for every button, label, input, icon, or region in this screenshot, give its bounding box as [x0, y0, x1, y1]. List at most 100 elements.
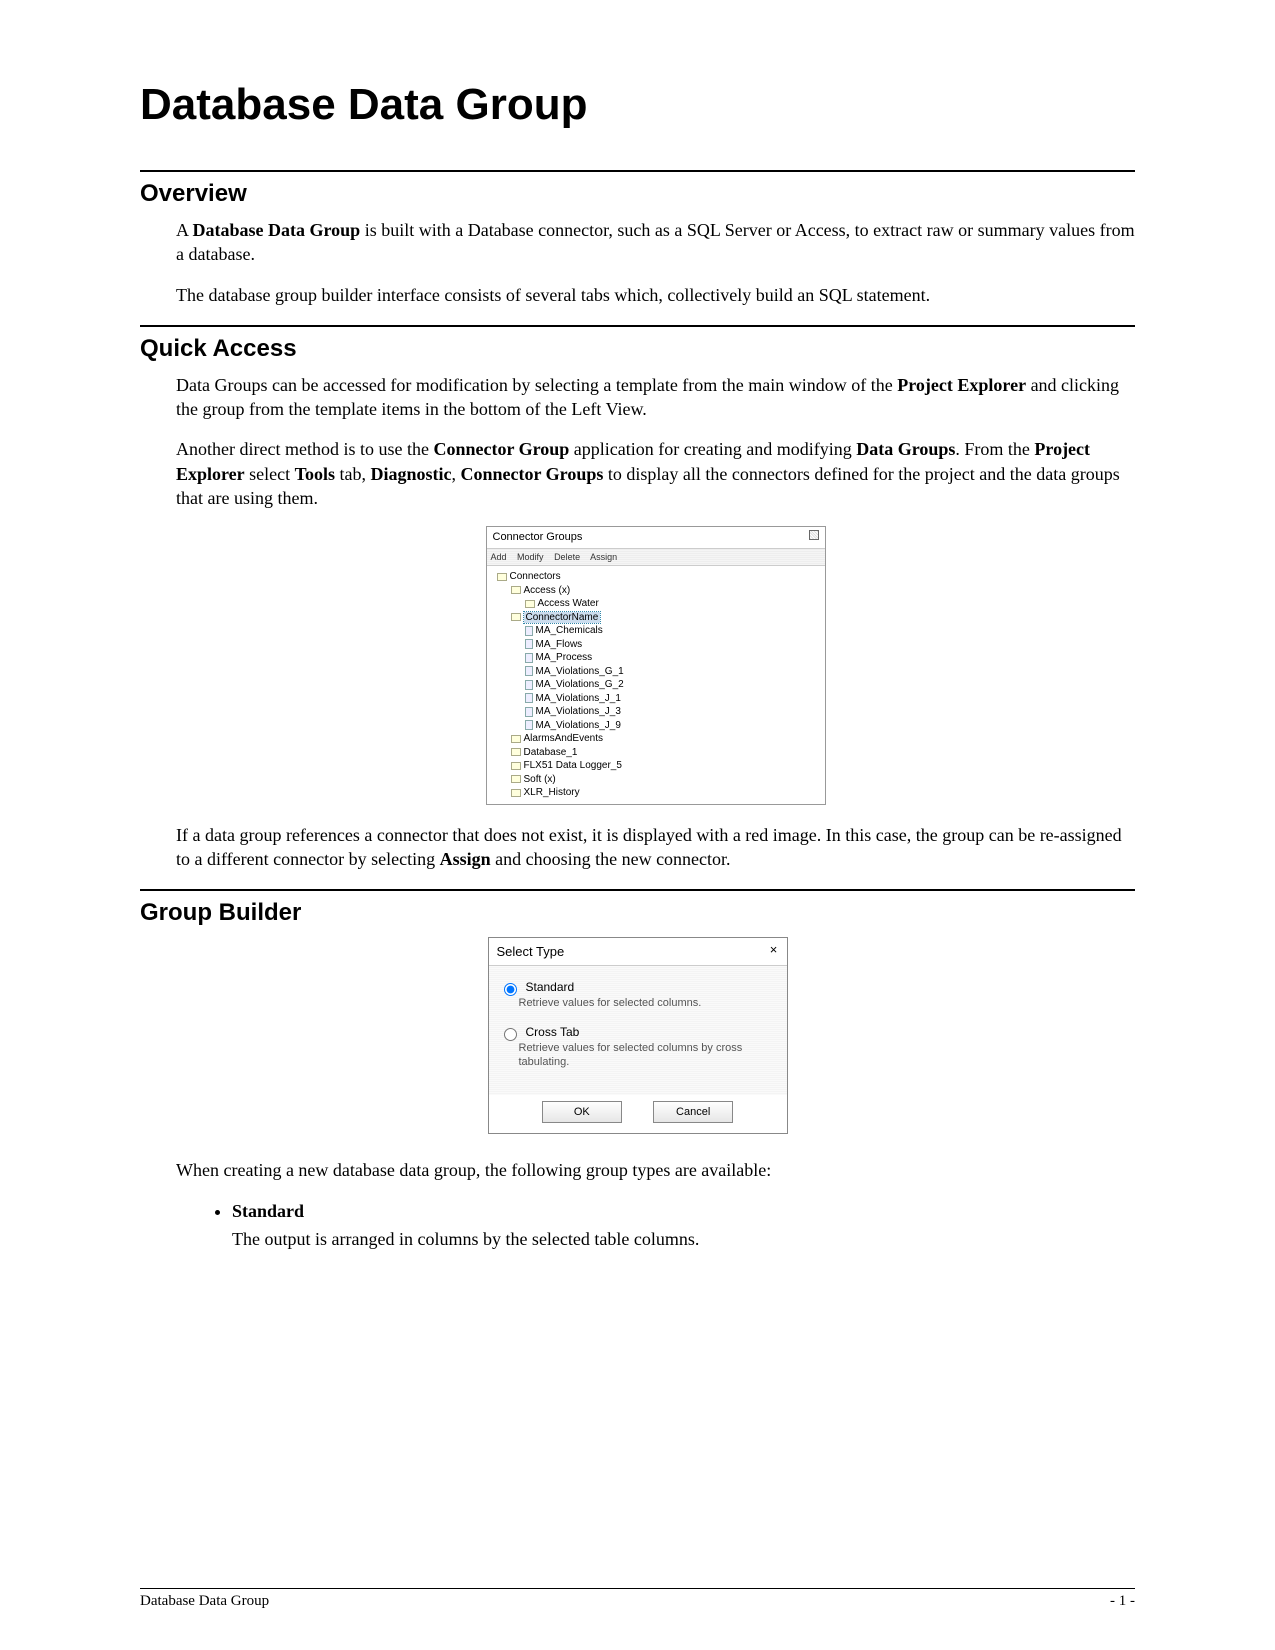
tree-node[interactable]: MA_Chemicals: [497, 624, 819, 638]
connector-groups-window: Connector Groups Add Modify Delete Assig…: [486, 526, 826, 804]
section-heading-quick-access: Quick Access: [140, 335, 1135, 363]
toolbar-modify-button[interactable]: Modify: [517, 552, 544, 562]
dialog-actions: OK Cancel: [489, 1095, 787, 1133]
tree-node-label: MA_Chemicals: [536, 625, 603, 636]
window-control-icon[interactable]: [809, 530, 819, 540]
tree-node-label: FLX51 Data Logger_5: [524, 760, 622, 771]
option-standard[interactable]: Standard Retrieve values for selected co…: [499, 980, 777, 1010]
file-icon: [525, 707, 533, 717]
bold-text: Tools: [295, 464, 335, 484]
folder-icon: [511, 613, 521, 621]
dialog-title: Select Type: [497, 944, 565, 959]
tree-node-label: Access Water: [538, 598, 599, 609]
tree-node[interactable]: XLR_History: [497, 786, 819, 800]
folder-icon: [511, 762, 521, 770]
tree-node[interactable]: Database_1: [497, 746, 819, 760]
window-title: Connector Groups: [493, 531, 583, 543]
text: . From the: [955, 439, 1034, 459]
text: application for creating and modifying: [569, 439, 856, 459]
tree-node-label: AlarmsAndEvents: [524, 733, 603, 744]
connector-tree[interactable]: Connectors Access (x) Access Water Connecto…: [487, 566, 825, 804]
option-cross-tab[interactable]: Cross Tab Retrieve values for selected c…: [499, 1025, 777, 1070]
select-type-dialog: Select Type × Standard Retrieve values f…: [488, 937, 788, 1134]
bold-text: Connector Groups: [461, 464, 604, 484]
file-icon: [525, 720, 533, 730]
file-icon: [525, 653, 533, 663]
tree-node[interactable]: MA_Violations_J_1: [497, 692, 819, 706]
file-icon: [525, 626, 533, 636]
folder-icon: [511, 586, 521, 594]
tree-node[interactable]: Soft (x): [497, 773, 819, 787]
tree-node-label: MA_Violations_J_9: [536, 720, 621, 731]
folder-icon: [511, 748, 521, 756]
footer-page-number: - 1 -: [1110, 1593, 1135, 1610]
folder-icon: [511, 789, 521, 797]
tree-node[interactable]: Access (x): [497, 584, 819, 598]
tree-node[interactable]: MA_Violations_J_3: [497, 705, 819, 719]
window-toolbar: Add Modify Delete Assign: [487, 549, 825, 566]
text: tab,: [335, 464, 371, 484]
overview-body: A Database Data Group is built with a Da…: [140, 218, 1135, 307]
quick-access-p1: Data Groups can be accessed for modifica…: [176, 373, 1135, 422]
bold-text: Project Explorer: [897, 375, 1026, 395]
folder-icon: [511, 735, 521, 743]
tree-node-label: ConnectorName: [524, 612, 601, 623]
group-type-list: Standard The output is arranged in colum…: [176, 1199, 1135, 1252]
text: ,: [452, 464, 461, 484]
section-heading-group-builder: Group Builder: [140, 899, 1135, 927]
tree-node-label: Connectors: [510, 571, 561, 582]
radio-cross-tab[interactable]: [504, 1028, 517, 1041]
file-icon: [525, 693, 533, 703]
tree-node[interactable]: MA_Process: [497, 651, 819, 665]
toolbar-delete-button[interactable]: Delete: [554, 552, 580, 562]
toolbar-add-button[interactable]: Add: [491, 552, 507, 562]
overview-p2: The database group builder interface con…: [176, 283, 1135, 307]
overview-p1: A Database Data Group is built with a Da…: [176, 218, 1135, 267]
tree-node-label: MA_Violations_J_1: [536, 693, 621, 704]
tree-node-label: XLR_History: [524, 787, 580, 798]
quick-access-p3: If a data group references a connector t…: [176, 823, 1135, 872]
tree-node[interactable]: Access Water: [497, 597, 819, 611]
bold-text: Database Data Group: [193, 220, 365, 240]
folder-icon: [497, 573, 507, 581]
group-builder-body: When creating a new database data group,…: [140, 1158, 1135, 1251]
divider: [140, 889, 1135, 891]
tree-node-label: MA_Violations_G_2: [536, 679, 624, 690]
tree-node[interactable]: MA_Violations_G_2: [497, 678, 819, 692]
section-heading-overview: Overview: [140, 180, 1135, 208]
text: A: [176, 220, 193, 240]
footer-left: Database Data Group: [140, 1593, 269, 1609]
bold-text: Diagnostic: [371, 464, 452, 484]
page-footer: Database Data Group - 1 -: [140, 1588, 1135, 1610]
text: select: [245, 464, 295, 484]
cancel-button[interactable]: Cancel: [653, 1101, 733, 1123]
tree-node[interactable]: MA_Flows: [497, 638, 819, 652]
tree-node[interactable]: MA_Violations_J_9: [497, 719, 819, 733]
file-icon: [525, 680, 533, 690]
window-title-bar: Connector Groups: [487, 527, 825, 549]
tree-node[interactable]: ConnectorName: [497, 611, 819, 625]
text: Data Groups can be accessed for modifica…: [176, 375, 897, 395]
divider: [140, 325, 1135, 327]
text: and choosing the new connector.: [491, 849, 731, 869]
bold-text: Connector Group: [433, 439, 569, 459]
option-description: Retrieve values for selected columns by …: [499, 1041, 777, 1070]
toolbar-assign-button[interactable]: Assign: [590, 552, 617, 562]
tree-node-label: Database_1: [524, 747, 578, 758]
tree-node[interactable]: FLX51 Data Logger_5: [497, 759, 819, 773]
tree-node[interactable]: Connectors: [497, 570, 819, 584]
divider: [140, 170, 1135, 172]
tree-node-label: Soft (x): [524, 774, 556, 785]
tree-node[interactable]: AlarmsAndEvents: [497, 732, 819, 746]
text: Another direct method is to use the: [176, 439, 433, 459]
tree-node-label: Access (x): [524, 585, 571, 596]
close-icon[interactable]: ×: [767, 943, 781, 957]
option-description: Retrieve values for selected columns.: [499, 996, 777, 1010]
list-item-explanation: The output is arranged in columns by the…: [232, 1227, 1135, 1251]
radio-standard[interactable]: [504, 983, 517, 996]
tree-node-label: MA_Violations_J_3: [536, 706, 621, 717]
tree-node[interactable]: MA_Violations_G_1: [497, 665, 819, 679]
folder-icon: [525, 600, 535, 608]
file-icon: [525, 666, 533, 676]
ok-button[interactable]: OK: [542, 1101, 622, 1123]
